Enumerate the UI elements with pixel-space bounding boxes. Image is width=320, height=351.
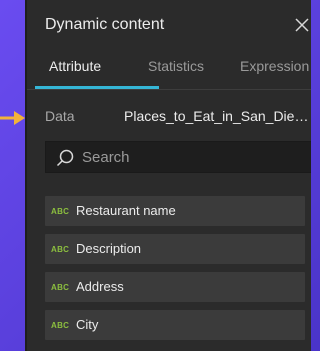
field-item-address[interactable]: ABC Address bbox=[45, 272, 305, 302]
tab-statistics[interactable]: Statistics bbox=[148, 58, 204, 74]
string-type-icon: ABC bbox=[51, 245, 70, 254]
active-tab-indicator bbox=[35, 86, 159, 89]
field-label: City bbox=[76, 317, 99, 332]
tab-bar: Attribute Statistics Expression bbox=[27, 50, 311, 90]
field-label: Description bbox=[76, 241, 142, 256]
close-icon[interactable] bbox=[292, 15, 311, 35]
field-label: Address bbox=[76, 279, 124, 294]
string-type-icon: ABC bbox=[51, 207, 70, 216]
tab-expression[interactable]: Expression bbox=[240, 58, 309, 74]
data-source-label: Data bbox=[45, 108, 75, 124]
field-item-restaurant-name[interactable]: ABC Restaurant name bbox=[45, 196, 305, 226]
string-type-icon: ABC bbox=[51, 283, 70, 292]
arrow-right-icon bbox=[0, 111, 25, 125]
search-icon bbox=[56, 149, 74, 167]
string-type-icon: ABC bbox=[51, 321, 70, 330]
tab-attribute[interactable]: Attribute bbox=[49, 58, 101, 74]
field-item-city[interactable]: ABC City bbox=[45, 310, 305, 340]
panel-title: Dynamic content bbox=[45, 16, 165, 33]
field-label: Restaurant name bbox=[76, 203, 176, 218]
data-source-value[interactable]: Places_to_Eat_in_San_Dieg… bbox=[124, 108, 310, 124]
data-source-row: Data Places_to_Eat_in_San_Dieg… bbox=[27, 100, 311, 132]
panel-header: Dynamic content bbox=[27, 0, 311, 52]
search-box bbox=[45, 141, 311, 173]
field-list: ABC Restaurant name ABC Description ABC … bbox=[45, 196, 305, 348]
search-input[interactable] bbox=[78, 142, 306, 172]
dynamic-content-panel: Dynamic content Attribute Statistics Exp… bbox=[25, 0, 311, 351]
field-item-description[interactable]: ABC Description bbox=[45, 234, 305, 264]
